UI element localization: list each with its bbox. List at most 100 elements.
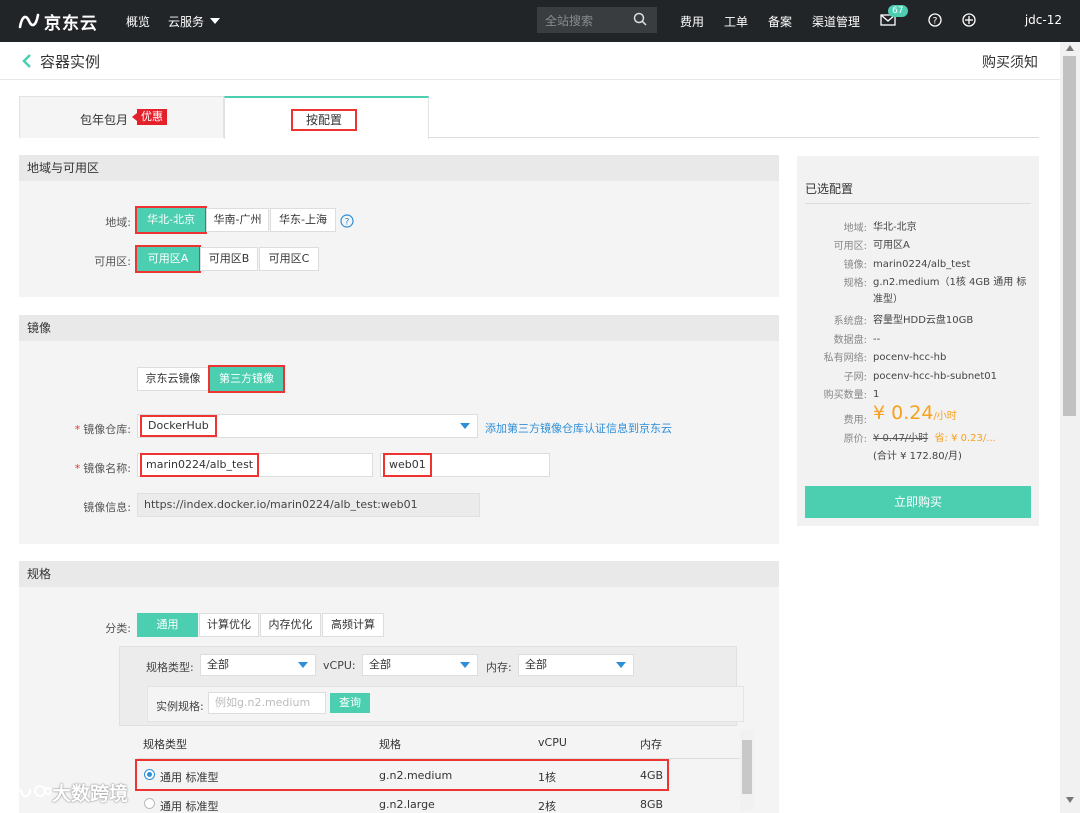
page-scrollbar-thumb[interactable] [1063, 56, 1076, 416]
row-vcpu: 1核 [538, 771, 556, 784]
row-radio-selected[interactable] [144, 769, 155, 780]
image-repo-select[interactable]: DockerHub [137, 414, 478, 438]
back-arrow-icon[interactable] [22, 54, 32, 68]
image-info-label: 镜像信息: [83, 501, 131, 514]
zone-option-a[interactable]: 可用区A [135, 245, 201, 273]
jdcloud-logo[interactable]: 京东云 [18, 9, 108, 34]
region-section: 地域与可用区 [19, 155, 779, 297]
summary-key: 镜像: [843, 260, 867, 271]
category-high-frequency[interactable]: 高频计算 [322, 613, 384, 637]
messages-button[interactable]: 67 [880, 4, 908, 29]
page-header: 容器实例 购买须知 [0, 42, 1060, 80]
tab-yearly-monthly[interactable]: 包年包月 优惠 [19, 96, 224, 138]
chevron-down-icon [616, 662, 626, 668]
fee-label: 费用: [843, 415, 867, 426]
settings-button[interactable] [962, 12, 976, 30]
help-circle-icon[interactable]: ? [340, 214, 354, 228]
price-unit: /小时 [933, 411, 957, 422]
orig-price-label: 原价: [843, 434, 867, 445]
chevron-down-icon [298, 662, 308, 668]
filter-type-label: 规格类型: [146, 661, 194, 674]
nav-cloud-services-label: 云服务 [168, 14, 205, 29]
summary-key: 地域: [843, 223, 867, 234]
help-button[interactable]: ? [928, 12, 942, 30]
image-name-value: marin0224/alb_test [140, 453, 260, 477]
summary-value: 1 [873, 389, 880, 400]
add-repo-auth-link[interactable]: 添加第三方镜像仓库认证信息到京东云 [485, 420, 672, 436]
filter-type-value: 全部 [207, 658, 229, 671]
column-header-type: 规格类型 [143, 738, 187, 751]
category-label: 分类: [105, 622, 131, 635]
summary-key: 私有网络: [823, 353, 867, 364]
page-title: 容器实例 [40, 53, 101, 71]
scroll-up-icon[interactable] [1066, 45, 1074, 51]
scroll-down-icon[interactable] [1066, 797, 1074, 803]
instance-spec-input[interactable]: 例如g.n2.medium [208, 692, 326, 714]
summary-key: 规格: [843, 278, 867, 289]
column-header-spec: 规格 [379, 738, 401, 751]
region-option-shanghai[interactable]: 华东-上海 [270, 208, 336, 232]
nav-filing[interactable]: 备案 [768, 13, 792, 30]
summary-key: 可用区: [833, 241, 867, 252]
watermark-text: 大数跨境 [52, 783, 129, 805]
summary-value: 华北-北京 [873, 222, 917, 233]
promo-badge: 优惠 [132, 109, 167, 125]
summary-value: 容量型HDD云盘10GB [873, 315, 974, 326]
page-scrollbar[interactable] [1060, 42, 1080, 813]
filter-vcpu-value: 全部 [369, 658, 391, 671]
category-memory-optimized[interactable]: 内存优化 [260, 613, 321, 637]
table-scrollbar-thumb[interactable] [742, 740, 752, 794]
filter-mem-select[interactable]: 全部 [518, 654, 634, 676]
summary-key: 购买数量: [823, 390, 867, 401]
spec-section-header: 规格 [19, 561, 779, 587]
image-section-header: 镜像 [19, 315, 779, 341]
tab-by-config-label: 按配置 [291, 109, 357, 131]
nav-billing[interactable]: 费用 [680, 13, 704, 30]
summary-key: 数据盘: [833, 335, 867, 346]
filter-vcpu-select[interactable]: 全部 [362, 654, 478, 676]
region-option-guangzhou[interactable]: 华南-广州 [206, 208, 269, 232]
category-general[interactable]: 通用 [137, 613, 198, 637]
table-divider [137, 758, 740, 759]
global-search-input[interactable]: 全站搜索 [537, 7, 657, 33]
image-type-jdcloud[interactable]: 京东云镜像 [137, 367, 209, 391]
nav-overview[interactable]: 概览 [126, 13, 150, 30]
filter-type-select[interactable]: 全部 [200, 654, 316, 676]
table-row[interactable]: 通用 标准型 g.n2.large 2核 8GB [137, 790, 667, 812]
summary-title: 已选配置 [805, 182, 854, 196]
user-account[interactable]: jdc-12 [1025, 13, 1062, 27]
repo-selected-value: DockerHub [140, 415, 217, 437]
summary-value: -- [873, 334, 881, 345]
image-type-third-party[interactable]: 第三方镜像 [208, 365, 285, 393]
column-header-vcpu: vCPU [538, 736, 567, 749]
row-type: 通用 标准型 [160, 800, 219, 812]
logo-icon [18, 13, 40, 29]
region-option-beijing[interactable]: 华北-北京 [135, 206, 207, 234]
image-tag-input[interactable]: web01 [380, 453, 550, 477]
zone-option-b[interactable]: 可用区B [200, 247, 258, 271]
tab-by-config[interactable]: 按配置 [224, 96, 429, 139]
filter-mem-value: 全部 [525, 658, 547, 671]
nav-channel-management[interactable]: 渠道管理 [812, 13, 860, 30]
zone-option-c[interactable]: 可用区C [259, 247, 319, 271]
fee-value: ¥ 0.24/小时 [873, 404, 1033, 425]
purchase-notes-link[interactable]: 购买须知 [982, 52, 1038, 72]
image-name-input[interactable]: marin0224/alb_test [137, 453, 373, 477]
row-vcpu: 2核 [538, 800, 556, 812]
summary-divider [805, 203, 1031, 204]
buy-now-button[interactable]: 立即购买 [805, 486, 1031, 518]
query-button[interactable]: 查询 [330, 693, 370, 713]
table-scrollbar[interactable] [740, 730, 754, 810]
row-radio[interactable] [144, 798, 155, 809]
category-compute-optimized[interactable]: 计算优化 [199, 613, 259, 637]
nav-cloud-services[interactable]: 云服务 [168, 13, 221, 30]
image-tag-value: web01 [383, 453, 432, 477]
search-icon[interactable] [633, 12, 647, 26]
nav-tickets[interactable]: 工单 [724, 13, 748, 30]
selected-config-panel: 已选配置 地域: 华北-北京 可用区: 可用区A 镜像: marin0224/alb_… [797, 156, 1039, 526]
column-header-memory: 内存 [640, 738, 662, 751]
table-row[interactable]: 通用 标准型 g.n2.medium 1核 4GB [135, 759, 669, 791]
svg-text:?: ? [933, 16, 938, 26]
image-name-label-text: 镜像名称: [83, 462, 131, 475]
row-memory: 4GB [640, 769, 664, 782]
